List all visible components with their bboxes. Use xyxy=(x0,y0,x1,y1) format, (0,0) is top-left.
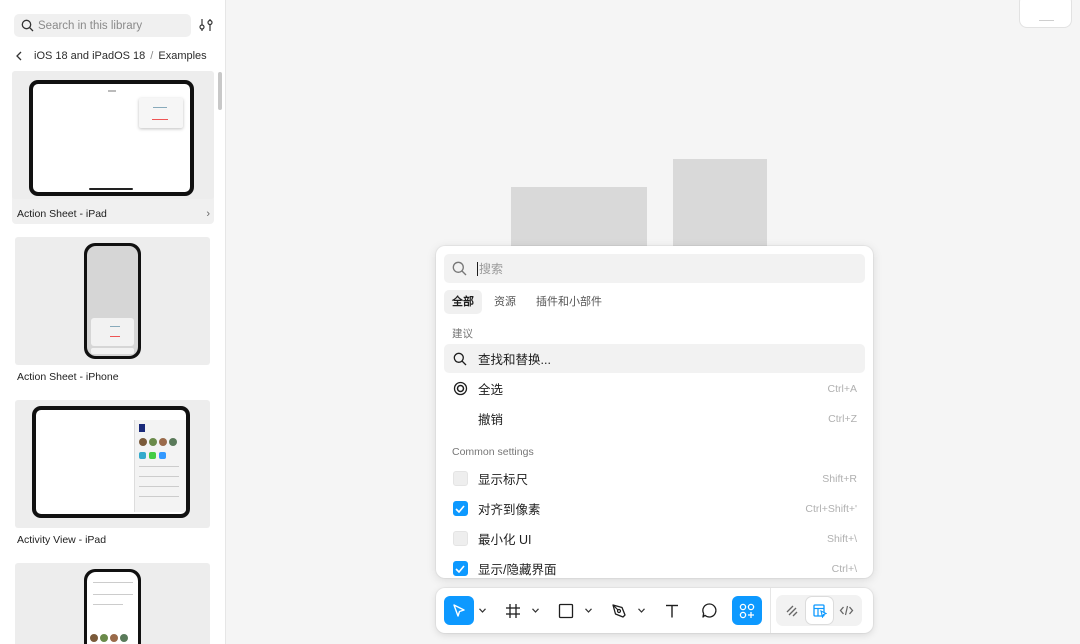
check-icon xyxy=(455,504,465,513)
filter-icon[interactable] xyxy=(198,17,214,33)
chevron-down-icon[interactable] xyxy=(531,604,539,616)
pen-tool-button[interactable] xyxy=(605,596,633,625)
pen-icon xyxy=(612,603,626,618)
thumbnail xyxy=(15,237,210,365)
action-label: 全选 xyxy=(478,383,504,397)
components-icon xyxy=(739,603,755,618)
library-item[interactable]: Action Sheet - iPhone xyxy=(12,237,214,387)
design-icon xyxy=(813,604,827,618)
comment-tool-button[interactable] xyxy=(695,596,723,625)
section-suggestions: 建议 xyxy=(452,328,473,340)
draw-mode-button[interactable] xyxy=(778,597,805,624)
library-search[interactable] xyxy=(14,14,191,37)
setting-shortcut: Shift+R xyxy=(822,472,857,485)
setting-minimize-ui[interactable]: 最小化 UI Shift+\ xyxy=(444,524,865,553)
search-icon xyxy=(452,261,467,276)
library-item[interactable]: Activity View - iPad xyxy=(12,400,214,550)
thumbnail xyxy=(15,563,210,644)
setting-label: 显示/隐藏界面 xyxy=(478,563,557,577)
setting-label: 最小化 UI xyxy=(478,533,532,547)
back-icon[interactable] xyxy=(12,48,26,64)
tab-assets[interactable]: 资源 xyxy=(486,290,524,314)
canvas-frame[interactable] xyxy=(511,187,647,247)
setting-shortcut: Ctrl+\ xyxy=(831,562,857,575)
thumbnail xyxy=(12,71,214,199)
toolbar-divider xyxy=(770,588,771,633)
actions-button[interactable] xyxy=(732,596,762,625)
bottom-toolbar xyxy=(436,588,873,633)
breadcrumb-current: Examples xyxy=(158,50,207,62)
mode-switcher xyxy=(776,595,862,626)
palette-search[interactable] xyxy=(444,254,865,283)
ipad-mockup xyxy=(29,80,194,196)
tab-plugins-widgets[interactable]: 插件和小部件 xyxy=(528,290,610,314)
tab-all[interactable]: 全部 xyxy=(444,290,482,314)
action-shortcut: Ctrl+Z xyxy=(828,412,857,425)
search-icon xyxy=(451,350,469,368)
setting-shortcut: Ctrl+Shift+' xyxy=(805,502,857,515)
setting-snap-to-pixel[interactable]: 对齐到像素 Ctrl+Shift+' xyxy=(444,494,865,523)
quick-actions-palette: 全部 资源 插件和小部件 建议 查找和替换... 全选 Ctrl+A 撤销 Ct… xyxy=(436,246,873,578)
library-item-label: Action Sheet - iPad xyxy=(17,208,107,220)
checkbox[interactable] xyxy=(452,531,468,546)
dev-mode-button[interactable] xyxy=(833,597,860,624)
checkbox-checked[interactable] xyxy=(452,561,468,576)
search-icon xyxy=(21,19,34,32)
design-mode-button[interactable] xyxy=(806,597,833,624)
shape-tool-button[interactable] xyxy=(552,596,580,625)
thumbnail xyxy=(15,400,210,528)
library-item[interactable]: Action Sheet - iPad › xyxy=(12,71,214,224)
setting-label: 对齐到像素 xyxy=(478,503,541,517)
section-common-settings: Common settings xyxy=(452,446,534,458)
move-tool-button[interactable] xyxy=(444,596,474,625)
frame-icon xyxy=(506,603,520,618)
library-search-input[interactable] xyxy=(38,19,178,32)
action-undo[interactable]: 撤销 Ctrl+Z xyxy=(444,404,865,433)
target-icon xyxy=(451,380,469,398)
checkbox-checked[interactable] xyxy=(452,501,468,516)
action-find-replace[interactable]: 查找和替换... xyxy=(444,344,865,373)
library-sidebar: iOS 18 and iPadOS 18 / Examples Action S… xyxy=(0,0,226,644)
frame-tool-button[interactable] xyxy=(499,596,527,625)
breadcrumb-separator: / xyxy=(150,50,154,62)
action-label: 查找和替换... xyxy=(478,353,551,367)
library-item-label: Action Sheet - iPhone xyxy=(17,371,119,383)
library-item-label: Activity View - iPad xyxy=(17,534,107,546)
text-tool-button[interactable] xyxy=(658,596,686,625)
check-icon xyxy=(455,564,465,573)
top-right-panel[interactable] xyxy=(1019,0,1072,28)
chevron-right-icon[interactable]: › xyxy=(206,208,210,220)
palette-tabs: 全部 资源 插件和小部件 xyxy=(444,290,610,314)
chevron-down-icon[interactable] xyxy=(478,604,486,616)
action-select-all[interactable]: 全选 Ctrl+A xyxy=(444,374,865,403)
text-icon xyxy=(666,604,678,617)
library-item[interactable] xyxy=(12,563,214,644)
setting-show-rulers[interactable]: 显示标尺 Shift+R xyxy=(444,464,865,493)
text-caret xyxy=(477,261,478,276)
breadcrumb: iOS 18 and iPadOS 18 / Examples xyxy=(12,47,207,65)
action-label: 撤销 xyxy=(478,413,504,427)
checkbox[interactable] xyxy=(452,471,468,486)
setting-toggle-ui[interactable]: 显示/隐藏界面 Ctrl+\ xyxy=(444,554,865,578)
action-shortcut: Ctrl+A xyxy=(827,382,857,395)
sidebar-scrollbar[interactable] xyxy=(218,72,222,110)
setting-shortcut: Shift+\ xyxy=(826,532,857,545)
breadcrumb-parent[interactable]: iOS 18 and iPadOS 18 xyxy=(34,50,145,62)
blank-icon xyxy=(451,410,469,428)
setting-label: 显示标尺 xyxy=(478,473,529,487)
iphone-mockup xyxy=(84,569,141,644)
rectangle-icon xyxy=(558,603,574,618)
comment-icon xyxy=(701,603,717,618)
cursor-icon xyxy=(453,603,465,617)
ipad-mockup xyxy=(32,406,190,518)
code-icon xyxy=(839,605,854,616)
chevron-down-icon[interactable] xyxy=(584,604,592,616)
canvas-frame[interactable] xyxy=(673,159,767,247)
iphone-mockup xyxy=(84,243,141,359)
palette-search-input[interactable] xyxy=(479,261,839,276)
chevron-down-icon[interactable] xyxy=(637,604,645,616)
draw-icon xyxy=(786,605,798,617)
